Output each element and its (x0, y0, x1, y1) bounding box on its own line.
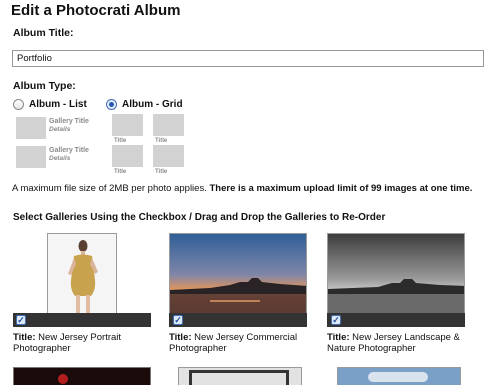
grid-preview-title: Title (114, 169, 127, 175)
gallery-bar (13, 313, 151, 327)
gallery-bar (169, 313, 307, 327)
gallery-thumbnail-portrait[interactable] (47, 233, 117, 323)
gallery-title: Title: New Jersey Portrait Photographer (13, 332, 122, 354)
album-title-label: Album Title: (13, 27, 74, 39)
album-grid-radio-label[interactable]: Album - Grid (122, 99, 183, 110)
grid-preview-thumb (112, 145, 143, 167)
album-grid-radio[interactable] (106, 99, 117, 110)
gallery-title: Title: New Jersey Commercial Photographe… (169, 332, 298, 354)
page-title: Edit a Photocrati Album (11, 2, 181, 19)
album-type-label: Album Type: (13, 80, 76, 92)
grid-preview-thumb (112, 114, 143, 136)
album-title-input[interactable] (12, 50, 484, 67)
grid-preview-thumb (153, 145, 184, 167)
landscape-photo-image (328, 234, 464, 322)
album-list-radio-label[interactable]: Album - List (29, 99, 87, 110)
grid-preview-title: Title (155, 138, 168, 144)
gallery-checkbox[interactable]: ✓ (16, 315, 26, 325)
galleries-heading: Select Galleries Using the Checkbox / Dr… (13, 212, 386, 223)
list-preview-text: Gallery Title Details (49, 118, 89, 133)
grid-preview-thumb (153, 114, 184, 136)
list-preview-thumb (16, 117, 46, 139)
portrait-photo-image (48, 234, 116, 322)
sunset-photo-image (170, 234, 306, 322)
grid-preview-title: Title (155, 169, 168, 175)
gallery-thumbnail-partial[interactable] (13, 367, 151, 385)
album-list-radio[interactable] (13, 99, 24, 110)
upload-limit-note: A maximum file size of 2MB per photo app… (12, 183, 473, 194)
gallery-bar (327, 313, 465, 327)
gallery-checkbox[interactable]: ✓ (331, 315, 341, 325)
grid-preview-title: Title (114, 138, 127, 144)
gallery-thumbnail-partial[interactable] (337, 367, 461, 385)
gallery-thumbnail-landscape[interactable] (327, 233, 465, 323)
list-preview-thumb (16, 146, 46, 168)
gallery-thumbnail-commercial[interactable] (169, 233, 307, 323)
gallery-thumbnail-partial[interactable] (178, 367, 302, 385)
gallery-title: Title: New Jersey Landscape & Nature Pho… (327, 332, 460, 354)
list-preview-text: Gallery Title Details (49, 147, 89, 162)
gallery-checkbox[interactable]: ✓ (173, 315, 183, 325)
